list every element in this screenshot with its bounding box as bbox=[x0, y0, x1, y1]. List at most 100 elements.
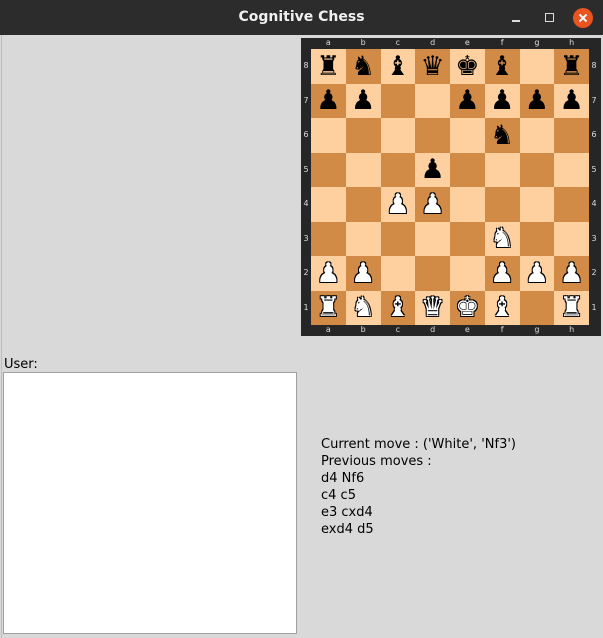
white-bishop-icon[interactable]: ♝ bbox=[386, 294, 410, 321]
white-rook-icon[interactable]: ♜ bbox=[560, 294, 584, 321]
square-b6[interactable] bbox=[345, 118, 381, 153]
square-f6[interactable]: ♞ bbox=[484, 118, 520, 153]
square-b8[interactable]: ♞ bbox=[345, 49, 381, 84]
square-f1[interactable]: ♝ bbox=[484, 290, 520, 325]
square-c2[interactable] bbox=[380, 256, 416, 291]
black-pawn-icon[interactable]: ♟ bbox=[351, 87, 375, 114]
square-c6[interactable] bbox=[380, 118, 416, 153]
square-b3[interactable] bbox=[345, 221, 381, 256]
square-e5[interactable] bbox=[450, 152, 485, 187]
square-h5[interactable] bbox=[554, 152, 589, 187]
square-a6[interactable] bbox=[311, 118, 346, 153]
black-pawn-icon[interactable]: ♟ bbox=[490, 87, 514, 114]
square-a4[interactable] bbox=[311, 187, 346, 222]
white-pawn-icon[interactable]: ♟ bbox=[560, 260, 584, 287]
square-d8[interactable]: ♛ bbox=[415, 49, 450, 84]
white-knight-icon[interactable]: ♞ bbox=[490, 225, 514, 252]
black-rook-icon[interactable]: ♜ bbox=[560, 53, 584, 80]
square-f7[interactable]: ♟ bbox=[484, 83, 520, 118]
white-pawn-icon[interactable]: ♟ bbox=[421, 191, 445, 218]
black-bishop-icon[interactable]: ♝ bbox=[386, 53, 410, 80]
chessboard[interactable]: ♜ ♞ ♝ ♛ ♚ ♝ ♜ ♟ ♟ ♟ ♟ ♟ ♟ ♞ ♟ ♟ ♟ ♞ ♟ ♟ ♟ ♟ ♟ ♜ ♞ ♝ ♛ ♚ ♝ ♜ bbox=[311, 49, 589, 325]
square-f3[interactable]: ♞ bbox=[484, 221, 520, 256]
black-pawn-icon[interactable]: ♟ bbox=[525, 87, 549, 114]
square-c4[interactable]: ♟ bbox=[380, 187, 416, 222]
square-a3[interactable] bbox=[311, 221, 346, 256]
square-g1[interactable] bbox=[519, 290, 555, 325]
square-h4[interactable] bbox=[554, 187, 589, 222]
square-h2[interactable]: ♟ bbox=[554, 256, 589, 291]
square-h7[interactable]: ♟ bbox=[554, 83, 589, 118]
square-e7[interactable]: ♟ bbox=[450, 83, 485, 118]
square-g7[interactable]: ♟ bbox=[519, 83, 555, 118]
black-bishop-icon[interactable]: ♝ bbox=[490, 53, 514, 80]
white-bishop-icon[interactable]: ♝ bbox=[490, 294, 514, 321]
square-b1[interactable]: ♞ bbox=[345, 290, 381, 325]
square-b2[interactable]: ♟ bbox=[345, 256, 381, 291]
square-d1[interactable]: ♛ bbox=[415, 290, 450, 325]
black-rook-icon[interactable]: ♜ bbox=[316, 53, 340, 80]
user-input[interactable] bbox=[3, 372, 297, 634]
square-a8[interactable]: ♜ bbox=[311, 49, 346, 84]
square-a1[interactable]: ♜ bbox=[311, 290, 346, 325]
square-a2[interactable]: ♟ bbox=[311, 256, 346, 291]
square-e8[interactable]: ♚ bbox=[450, 49, 485, 84]
white-pawn-icon[interactable]: ♟ bbox=[386, 191, 410, 218]
black-pawn-icon[interactable]: ♟ bbox=[560, 87, 584, 114]
maximize-icon[interactable] bbox=[540, 8, 560, 28]
white-pawn-icon[interactable]: ♟ bbox=[525, 260, 549, 287]
square-d5[interactable]: ♟ bbox=[415, 152, 450, 187]
minimize-icon[interactable] bbox=[506, 8, 526, 28]
white-pawn-icon[interactable]: ♟ bbox=[490, 260, 514, 287]
square-c3[interactable] bbox=[380, 221, 416, 256]
square-c7[interactable] bbox=[380, 83, 416, 118]
square-f8[interactable]: ♝ bbox=[484, 49, 520, 84]
square-d6[interactable] bbox=[415, 118, 450, 153]
square-d2[interactable] bbox=[415, 256, 450, 291]
square-h3[interactable] bbox=[554, 221, 589, 256]
square-g5[interactable] bbox=[519, 152, 555, 187]
square-g2[interactable]: ♟ bbox=[519, 256, 555, 291]
black-pawn-icon[interactable]: ♟ bbox=[316, 87, 340, 114]
square-a5[interactable] bbox=[311, 152, 346, 187]
square-g6[interactable] bbox=[519, 118, 555, 153]
square-e3[interactable] bbox=[450, 221, 485, 256]
white-pawn-icon[interactable]: ♟ bbox=[316, 260, 340, 287]
white-knight-icon[interactable]: ♞ bbox=[351, 294, 375, 321]
square-b4[interactable] bbox=[345, 187, 381, 222]
square-c8[interactable]: ♝ bbox=[380, 49, 416, 84]
square-c1[interactable]: ♝ bbox=[380, 290, 416, 325]
black-pawn-icon[interactable]: ♟ bbox=[421, 156, 445, 183]
square-a7[interactable]: ♟ bbox=[311, 83, 346, 118]
square-g4[interactable] bbox=[519, 187, 555, 222]
square-e2[interactable] bbox=[450, 256, 485, 291]
square-g3[interactable] bbox=[519, 221, 555, 256]
square-f4[interactable] bbox=[484, 187, 520, 222]
black-pawn-icon[interactable]: ♟ bbox=[455, 87, 479, 114]
black-knight-icon[interactable]: ♞ bbox=[351, 53, 375, 80]
black-knight-icon[interactable]: ♞ bbox=[490, 122, 514, 149]
square-b7[interactable]: ♟ bbox=[345, 83, 381, 118]
square-e4[interactable] bbox=[450, 187, 485, 222]
white-king-icon[interactable]: ♚ bbox=[455, 294, 479, 321]
square-d3[interactable] bbox=[415, 221, 450, 256]
black-king-icon[interactable]: ♚ bbox=[455, 53, 479, 80]
black-queen-icon[interactable]: ♛ bbox=[421, 53, 445, 80]
square-h6[interactable] bbox=[554, 118, 589, 153]
square-d7[interactable] bbox=[415, 83, 450, 118]
square-g8[interactable] bbox=[519, 49, 555, 84]
square-d4[interactable]: ♟ bbox=[415, 187, 450, 222]
white-queen-icon[interactable]: ♛ bbox=[421, 294, 445, 321]
rank-label-7: 7 bbox=[591, 95, 597, 105]
square-f2[interactable]: ♟ bbox=[484, 256, 520, 291]
white-rook-icon[interactable]: ♜ bbox=[316, 294, 340, 321]
square-h8[interactable]: ♜ bbox=[554, 49, 589, 84]
square-c5[interactable] bbox=[380, 152, 416, 187]
square-h1[interactable]: ♜ bbox=[554, 290, 589, 325]
close-icon[interactable] bbox=[573, 8, 593, 28]
square-f5[interactable] bbox=[484, 152, 520, 187]
square-e6[interactable] bbox=[450, 118, 485, 153]
square-e1[interactable]: ♚ bbox=[450, 290, 485, 325]
white-pawn-icon[interactable]: ♟ bbox=[351, 260, 375, 287]
square-b5[interactable] bbox=[345, 152, 381, 187]
